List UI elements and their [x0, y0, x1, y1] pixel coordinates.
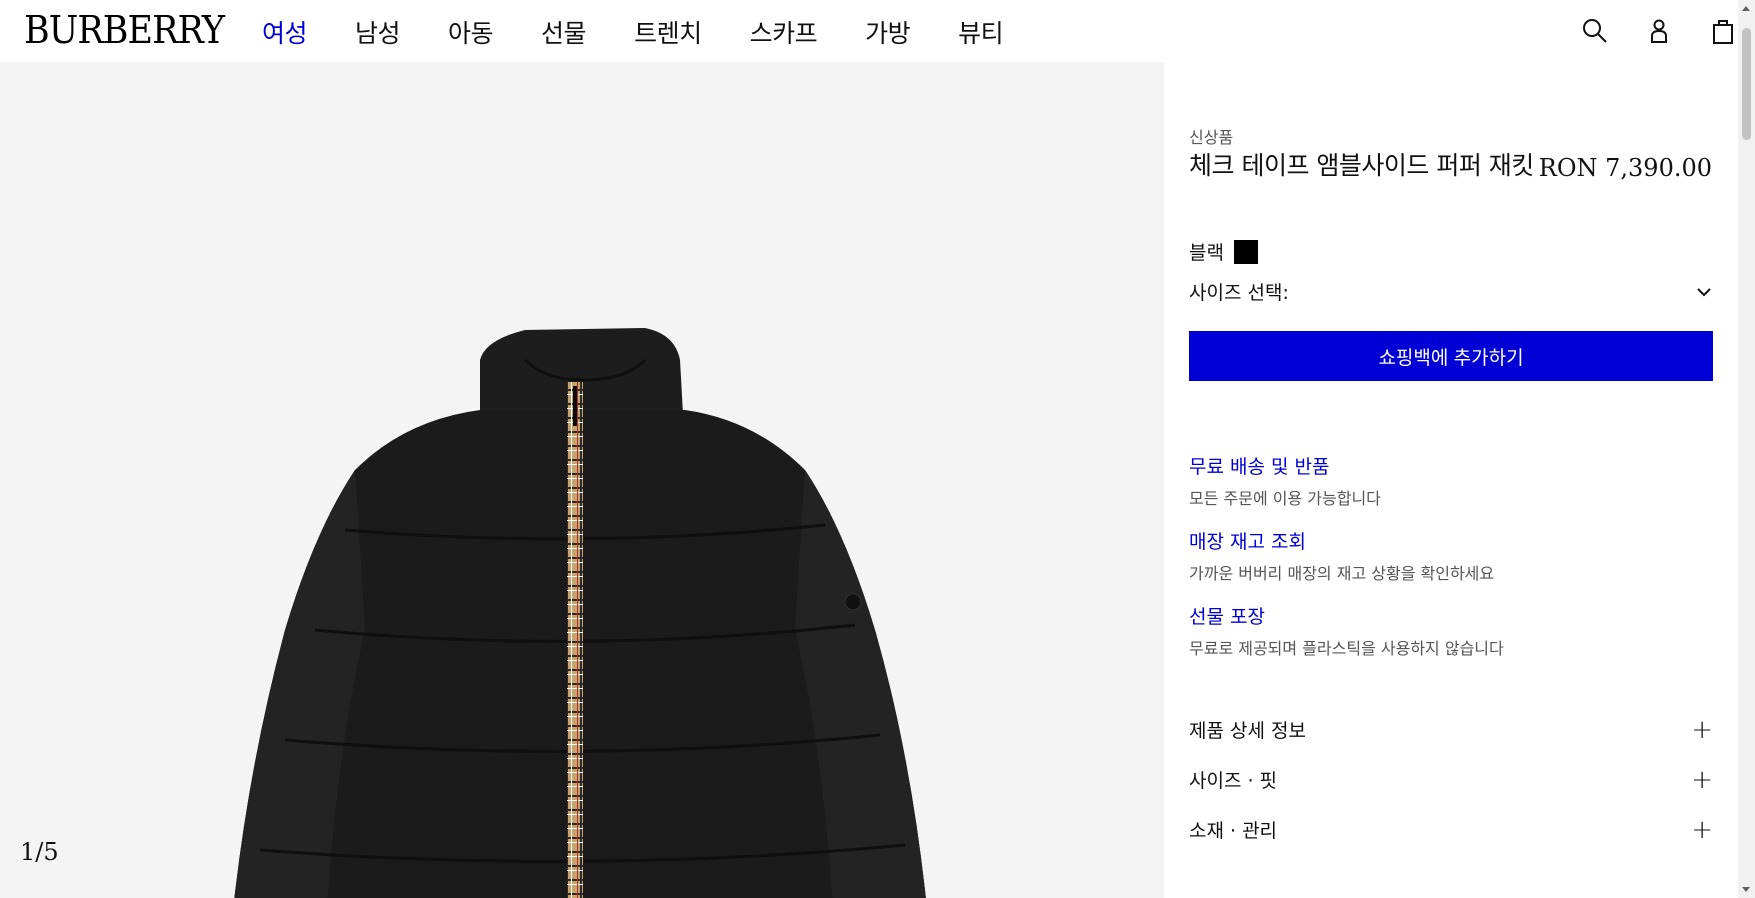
service-title[interactable]: 선물 포장: [1189, 602, 1504, 629]
scroll-thumb[interactable]: [1742, 28, 1751, 140]
add-to-bag-button[interactable]: 쇼핑백에 추가하기: [1189, 331, 1713, 381]
shopping-bag-icon[interactable]: [1708, 16, 1738, 46]
nav-item-women[interactable]: 여성: [262, 14, 308, 50]
color-selector[interactable]: 블랙: [1189, 238, 1258, 265]
service-gift-wrap: 선물 포장 무료로 제공되며 플라스틱을 사용하지 않습니다: [1189, 602, 1504, 659]
scroll-up-icon[interactable]: [1742, 6, 1750, 11]
product-title: 체크 테이프 앰블사이드 퍼퍼 재킷: [1189, 151, 1534, 180]
header-icons: [1546, 16, 1738, 46]
accordion-label: 사이즈 · 핏: [1189, 770, 1278, 792]
page-scrollbar[interactable]: [1738, 0, 1755, 898]
nav-item-trench[interactable]: 트렌치: [634, 14, 702, 50]
product-image-gallery[interactable]: 1/5: [0, 62, 1164, 898]
color-label: 블랙: [1189, 242, 1224, 264]
top-header: BURBERRY 여성 남성 아동 선물 트렌치 스카프 가방 뷰티: [0, 0, 1738, 62]
new-badge: 신상품: [1189, 128, 1234, 147]
accordion-product-details[interactable]: 제품 상세 정보 +: [1189, 716, 1713, 743]
service-shipping: 무료 배송 및 반품 모든 주문에 이용 가능합니다: [1189, 452, 1381, 509]
nav-item-men[interactable]: 남성: [355, 14, 401, 50]
nav-item-scarves[interactable]: 스카프: [750, 14, 818, 50]
product-price: RON 7,390.00: [1538, 154, 1712, 182]
color-swatch[interactable]: [1233, 239, 1258, 264]
nav-item-children[interactable]: 아동: [448, 14, 494, 50]
nav-item-beauty[interactable]: 뷰티: [958, 14, 1004, 50]
accordion-size-fit[interactable]: 사이즈 · 핏 +: [1189, 766, 1713, 793]
main-nav: 여성 남성 아동 선물 트렌치 스카프 가방 뷰티: [262, 14, 1051, 50]
image-counter: 1/5: [20, 838, 59, 866]
scroll-down-icon[interactable]: [1742, 887, 1750, 892]
plus-icon: +: [1691, 714, 1713, 745]
size-select[interactable]: 사이즈 선택:: [1189, 278, 1713, 305]
burberry-logo[interactable]: BURBERRY: [24, 8, 225, 52]
nav-item-gifts[interactable]: 선물: [541, 14, 587, 50]
service-desc: 모든 주문에 이용 가능합니다: [1189, 489, 1381, 508]
plus-icon: +: [1691, 814, 1713, 845]
account-icon[interactable]: [1644, 16, 1674, 46]
product-image: [234, 328, 926, 898]
size-label: 사이즈 선택:: [1189, 282, 1289, 304]
service-title[interactable]: 무료 배송 및 반품: [1189, 452, 1381, 479]
service-store-stock: 매장 재고 조회 가까운 버버리 매장의 재고 상황을 확인하세요: [1189, 527, 1494, 584]
search-icon[interactable]: [1580, 16, 1610, 46]
plus-icon: +: [1691, 764, 1713, 795]
chevron-down-icon: [1697, 287, 1711, 296]
nav-item-bags[interactable]: 가방: [865, 14, 911, 50]
accordion-label: 소재 · 관리: [1189, 820, 1278, 842]
product-detail-panel: 신상품 체크 테이프 앰블사이드 퍼퍼 재킷 RON 7,390.00 블랙 사…: [1164, 62, 1738, 898]
service-desc: 가까운 버버리 매장의 재고 상황을 확인하세요: [1189, 564, 1495, 583]
service-desc: 무료로 제공되며 플라스틱을 사용하지 않습니다: [1189, 639, 1504, 658]
accordion-label: 제품 상세 정보: [1189, 720, 1306, 742]
service-title[interactable]: 매장 재고 조회: [1189, 527, 1494, 554]
accordion-material-care[interactable]: 소재 · 관리 +: [1189, 816, 1713, 843]
